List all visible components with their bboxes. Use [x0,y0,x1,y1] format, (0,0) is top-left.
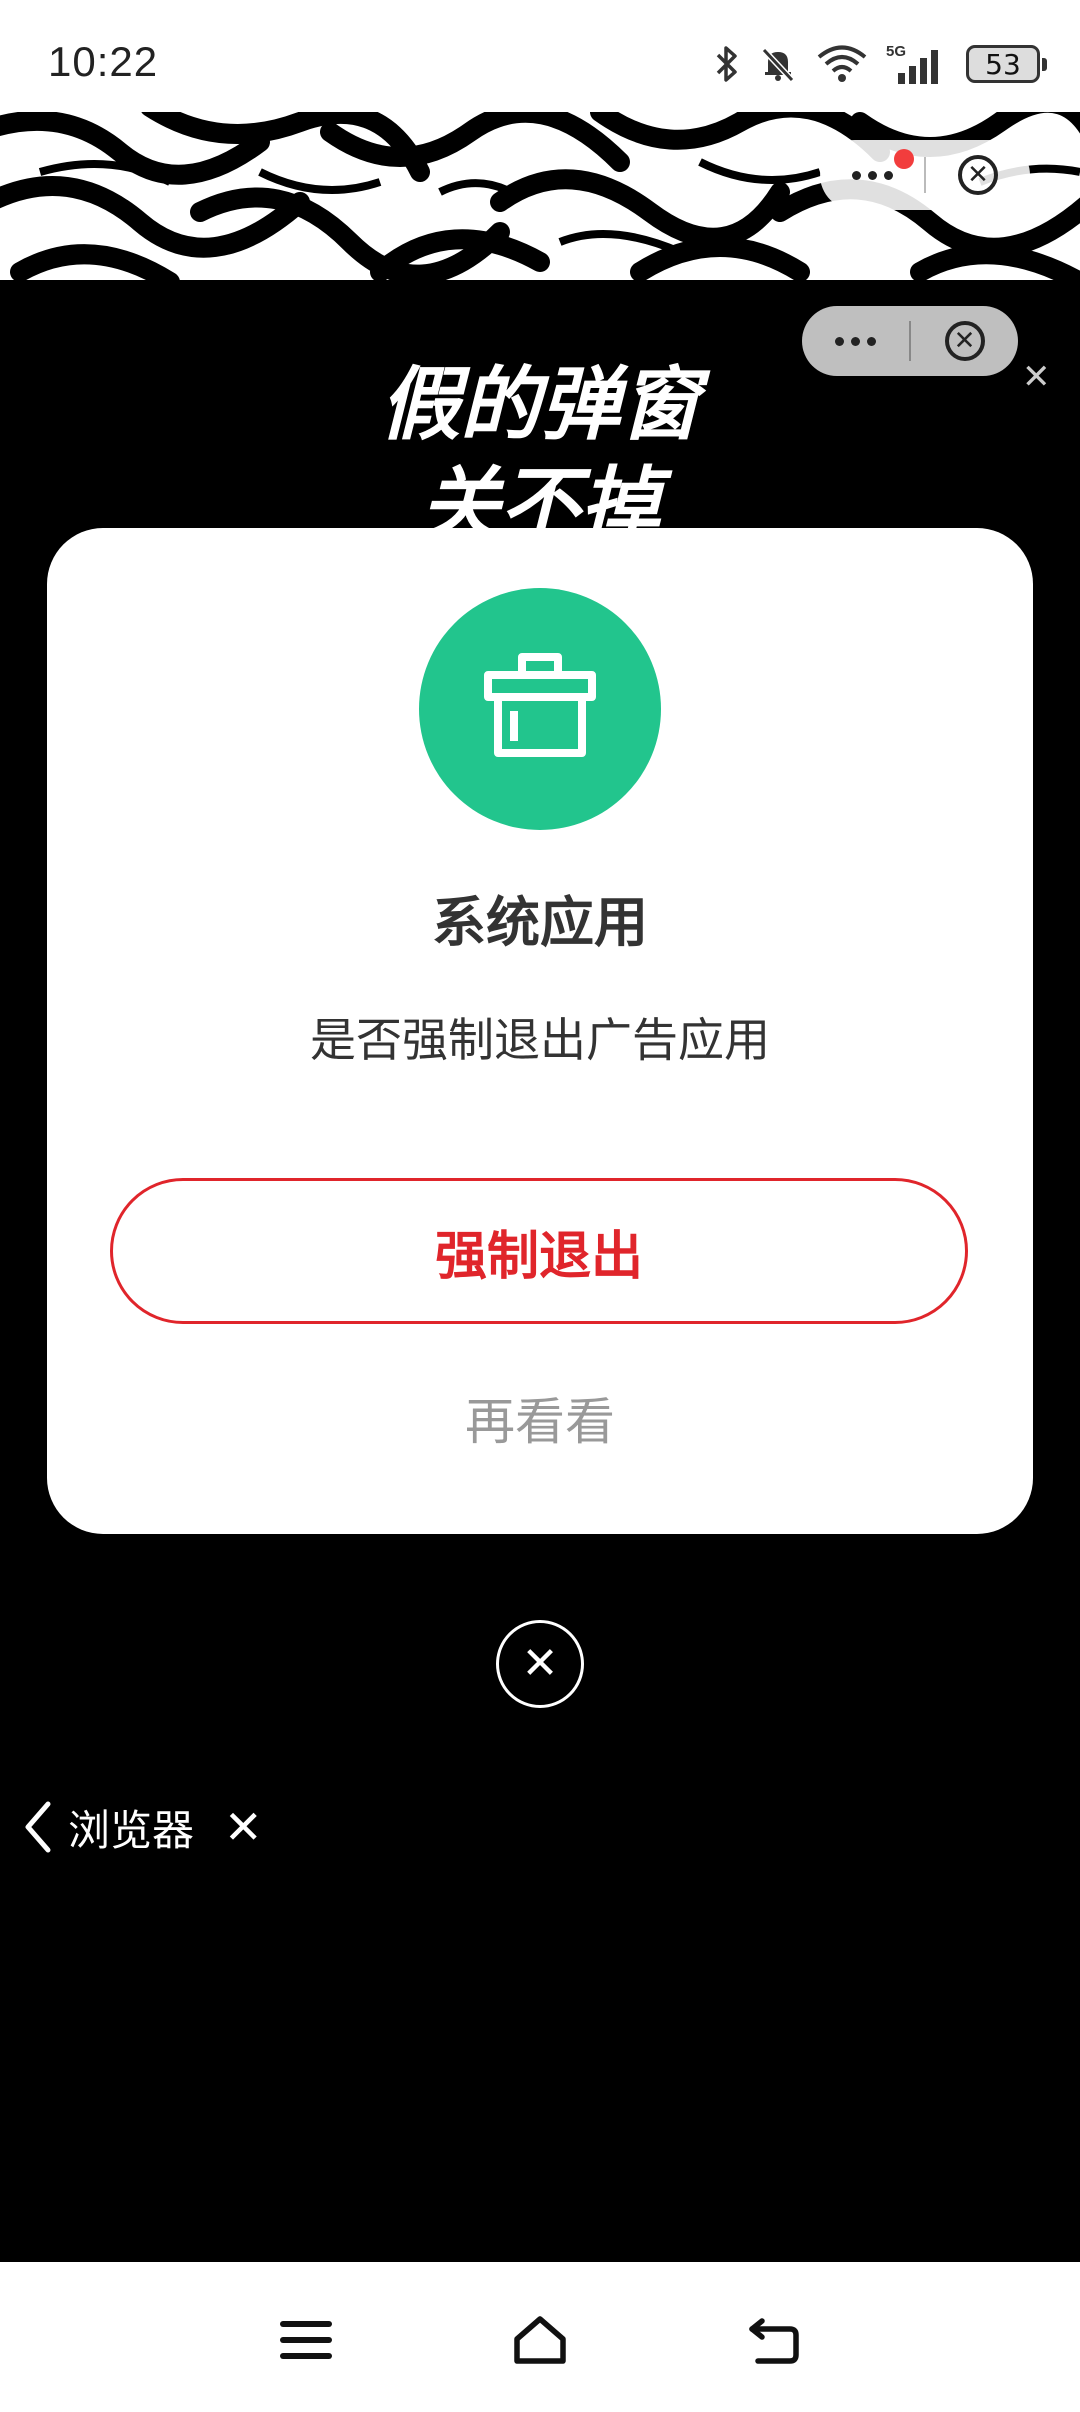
menu-icon [280,2321,332,2359]
miniprogram-capsule: ✕ [820,140,1030,210]
svg-text:5G: 5G [886,43,906,60]
annotation-line-1: 假的弹窗 [380,358,700,451]
trash-bin-icon [419,588,661,830]
dialog-message: 是否强制退出广告应用 [310,1013,770,1067]
fake-system-dialog: 系统应用 是否强制退出广告应用 强制退出 再看看 [47,528,1033,1534]
back-icon [749,2318,799,2364]
browser-close-icon[interactable]: ✕ [224,1800,263,1854]
force-exit-button[interactable]: 强制退出 [110,1178,968,1324]
notification-dot [894,148,915,169]
wifi-icon [817,45,867,82]
browser-back-bar[interactable]: 浏览器 ✕ [20,1792,263,1862]
more-options-button[interactable] [820,148,924,180]
capsule-close-button[interactable]: ✕ [926,155,1030,195]
status-icons: 5G 53 [714,42,1047,86]
status-bar: 10:22 5G 53 [0,0,1080,112]
look-again-button[interactable]: 再看看 [47,1382,1033,1454]
close-circle-icon: ✕ [958,155,998,195]
chevron-left-icon [25,1801,51,1853]
mute-bell-icon [761,47,795,83]
battery-indicator: 53 [966,45,1047,83]
home-icon [514,2316,566,2364]
5g-signal-icon: 5G [886,43,938,84]
browser-back-label: 浏览器 [68,1805,195,1855]
status-time: 10:22 [48,38,159,85]
back-button[interactable] [734,2300,814,2380]
menu-button[interactable] [266,2300,346,2380]
system-nav-bar [0,2262,1080,2412]
bluetooth-icon [716,46,737,82]
dialog-title: 系统应用 [432,891,648,954]
home-button[interactable] [500,2300,580,2380]
battery-level: 53 [985,47,1021,81]
dialog-close-button[interactable]: ✕ [496,1620,584,1708]
